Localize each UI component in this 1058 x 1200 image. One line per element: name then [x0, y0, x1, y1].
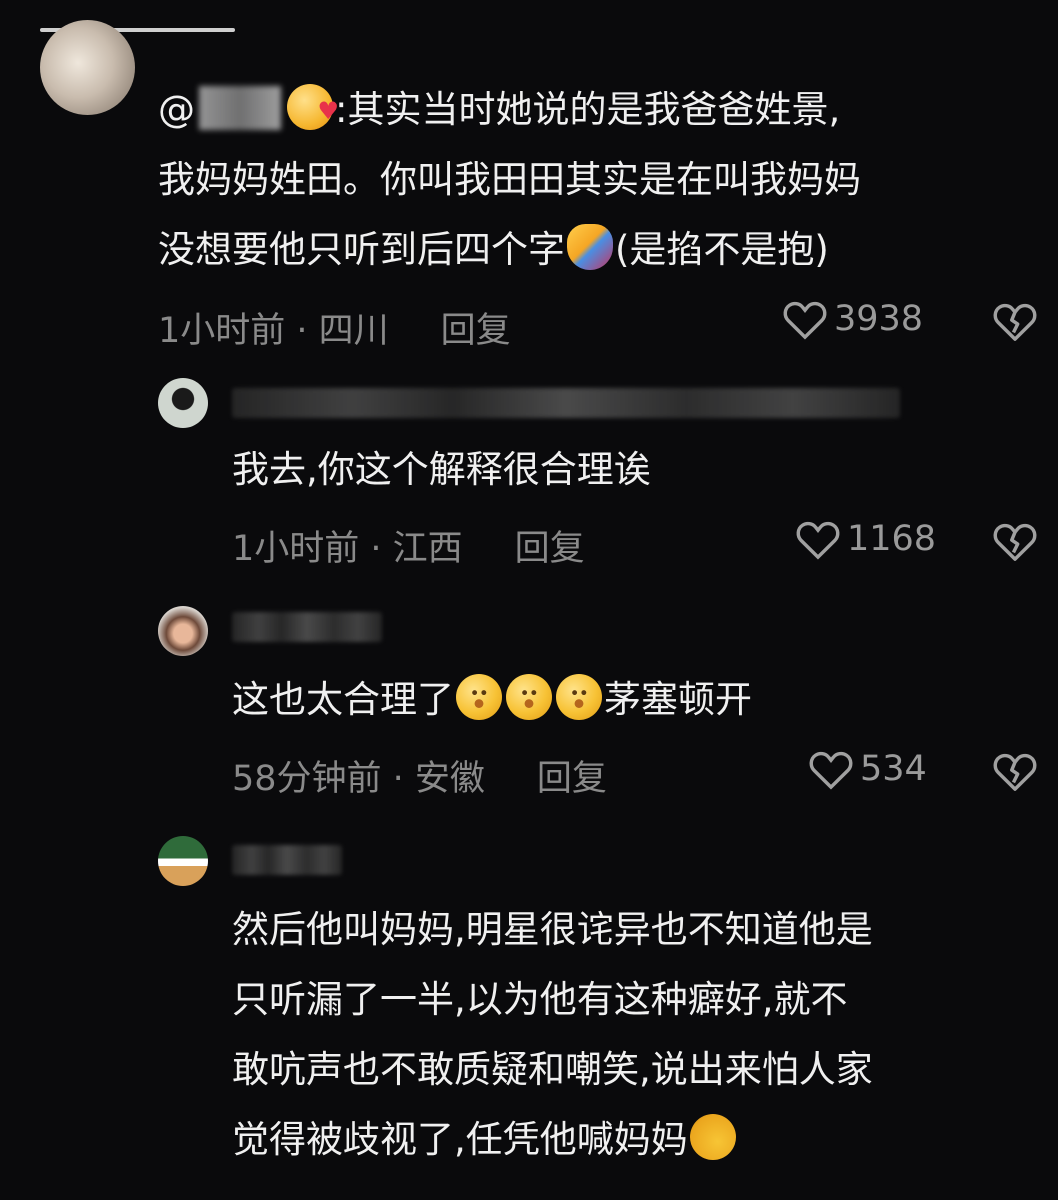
like-count: 534 [860, 749, 927, 789]
comment-text: 我去,你这个解释很合理诶 [232, 448, 651, 491]
like-count: 1168 [847, 519, 937, 559]
smiling-face-with-hearts-icon [287, 76, 339, 146]
shushing-face-icon [556, 674, 602, 720]
comment-meta: 58分钟前 · 安徽 回复 [232, 750, 607, 801]
comment-line: (是掐不是抱) [615, 228, 829, 271]
reply-button[interactable]: 回复 [515, 529, 585, 569]
blurred-username [232, 845, 342, 875]
comment-line: 其实当时她说的是我爸爸姓景, [347, 88, 841, 131]
heart-outline-icon [796, 521, 840, 560]
comment-line: 然后他叫妈妈,明星很诧异也不知道他是 [232, 908, 873, 951]
comment-text: 这也太合理了 茅塞顿开 [232, 665, 752, 735]
broken-heart-icon[interactable] [992, 750, 1038, 792]
avatar[interactable] [158, 836, 208, 886]
comment-line: 只听漏了一半,以为他有这种癖好,就不 [232, 978, 848, 1021]
avatar[interactable] [158, 606, 208, 656]
comment-line: 没想要他只听到后四个字 [158, 228, 565, 271]
shushing-face-icon [456, 674, 502, 720]
comment-text: @:其实当时她说的是我爸爸姓景, 我妈妈姓田。你叫我田田其实是在叫我妈妈 没想要… [158, 75, 861, 285]
heart-outline-icon [809, 751, 853, 790]
blurred-username [199, 86, 281, 130]
comment-line: 觉得被歧视了,任凭他喊妈妈 [232, 1118, 688, 1161]
comment-text-start: 这也太合理了 [232, 678, 454, 721]
comment-text: 然后他叫妈妈,明星很诧异也不知道他是 只听漏了一半,以为他有这种癖好,就不 敢吭… [232, 895, 873, 1175]
time-location: 1小时前 · 江西 [232, 529, 463, 569]
time-location: 58分钟前 · 安徽 [232, 759, 485, 799]
broken-heart-icon[interactable] [992, 300, 1038, 342]
avatar[interactable] [158, 378, 208, 428]
blurred-username [232, 388, 900, 418]
heart-outline-icon [783, 301, 827, 340]
reply-button[interactable]: 回复 [537, 759, 607, 799]
blurred-username [232, 612, 382, 642]
time-location: 1小时前 · 四川 [158, 311, 389, 351]
like-button[interactable]: 3938 [782, 298, 923, 340]
comment-text-end: 茅塞顿开 [604, 678, 752, 721]
avatar[interactable] [40, 20, 135, 115]
comment-meta: 1小时前 · 江西 回复 [232, 520, 585, 571]
hugging-icon [567, 224, 613, 270]
broken-heart-icon[interactable] [992, 520, 1038, 562]
like-count: 3938 [834, 299, 924, 339]
mention-prefix: @ [158, 88, 195, 131]
comment-line: 我妈妈姓田。你叫我田田其实是在叫我妈妈 [158, 158, 861, 201]
facepalm-icon [689, 1114, 736, 1160]
comment-meta: 1小时前 · 四川 回复 [158, 302, 511, 353]
comment-line: 敢吭声也不敢质疑和嘲笑,说出来怕人家 [232, 1048, 873, 1091]
like-button[interactable]: 1168 [795, 518, 936, 560]
like-button[interactable]: 534 [808, 748, 927, 790]
reply-button[interactable]: 回复 [441, 311, 511, 351]
shushing-face-icon [506, 674, 552, 720]
